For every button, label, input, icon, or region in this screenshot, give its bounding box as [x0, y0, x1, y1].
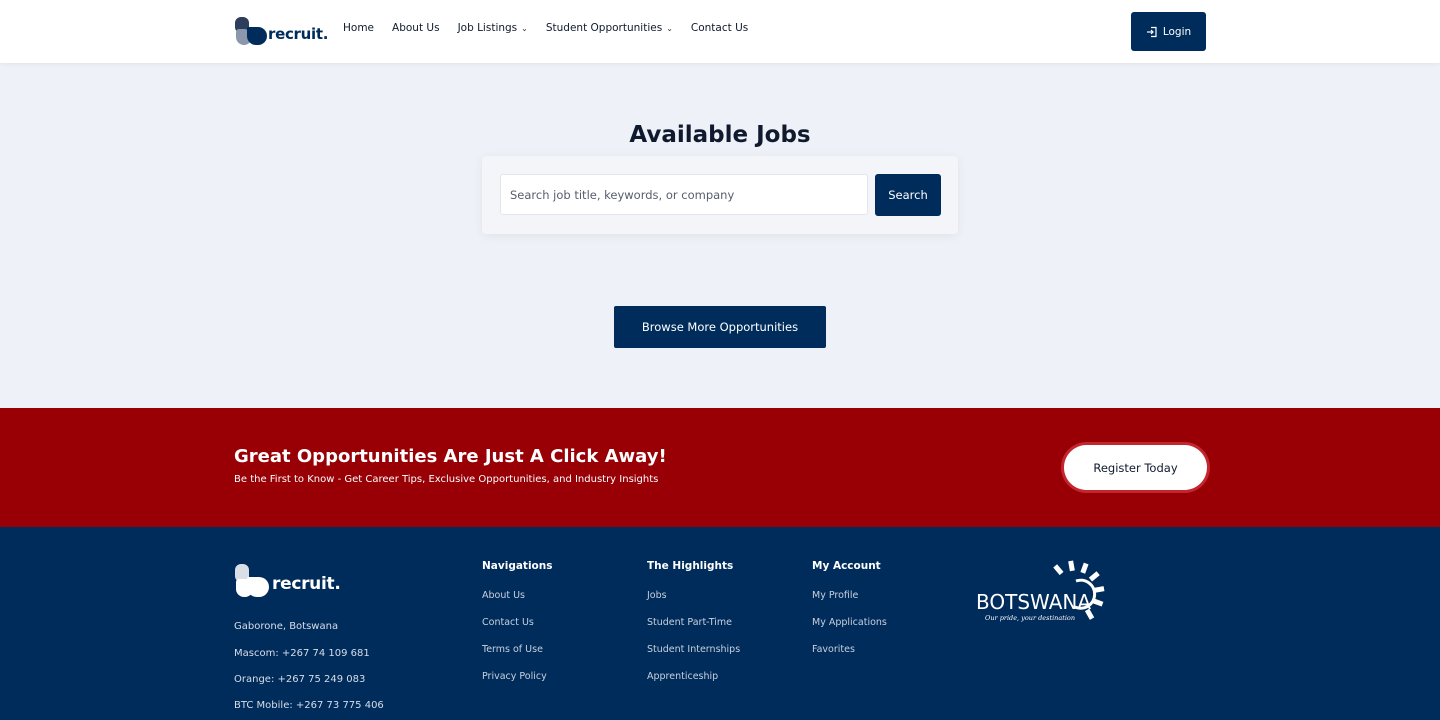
footer-link-jobs[interactable]: Jobs: [647, 590, 740, 603]
logo-text: recruit.: [268, 25, 329, 43]
footer-logo[interactable]: recruit.: [234, 563, 341, 599]
cta-subtitle: Be the First to Know - Get Career Tips, …: [234, 474, 659, 485]
footer-col-heading: Navigations: [482, 560, 553, 572]
footer-link-contact-us[interactable]: Contact Us: [482, 617, 552, 630]
login-button[interactable]: Login: [1131, 12, 1206, 51]
nav-label: Job Listings: [457, 22, 518, 34]
botswana-logo-text: BOTSWANA: [976, 590, 1091, 614]
login-icon: [1146, 26, 1157, 37]
nav-label: Contact Us: [690, 22, 749, 34]
footer-col-heading: My Account: [812, 560, 881, 572]
footer-link-my-applications[interactable]: My Applications: [812, 617, 887, 630]
nav-label: Student Opportunities: [545, 22, 663, 34]
footer-col-navigations: Navigations About Us Contact Us Terms of…: [482, 560, 552, 698]
site-header: recruit. Home About Us Job Listings ⌄ Stu…: [0, 0, 1440, 63]
main-nav: Home About Us Job Listings ⌄ Student Oppo…: [343, 22, 766, 34]
logo-mark-icon: [234, 563, 272, 599]
footer-col-my-account: My Account My Profile My Applications Fa…: [812, 560, 887, 671]
logo-mark-icon: [234, 16, 268, 46]
footer-link-my-profile[interactable]: My Profile: [812, 590, 887, 603]
recruit-logo[interactable]: recruit.: [234, 15, 328, 47]
footer-link-favorites[interactable]: Favorites: [812, 644, 887, 657]
nav-item-job-listings[interactable]: Job Listings ⌄: [458, 22, 528, 34]
register-today-button[interactable]: Register Today: [1064, 445, 1207, 490]
footer-phone-orange: Orange: +267 75 249 083: [234, 674, 366, 685]
footer-link-student-internships[interactable]: Student Internships: [647, 644, 740, 657]
footer-logo-text: recruit.: [272, 574, 341, 594]
nav-label: About Us: [392, 22, 440, 34]
nav-item-student-opportunities[interactable]: Student Opportunities ⌄: [546, 22, 673, 34]
footer-col-heading: The Highlights: [647, 560, 734, 572]
nav-item-contact-us[interactable]: Contact Us: [691, 22, 748, 34]
search-input[interactable]: [500, 174, 868, 215]
footer-link-terms-of-use[interactable]: Terms of Use: [482, 644, 552, 657]
page-title: Available Jobs: [629, 122, 811, 148]
footer-link-student-part-time[interactable]: Student Part-Time: [647, 617, 740, 630]
footer-link-privacy-policy[interactable]: Privacy Policy: [482, 671, 552, 684]
nav-item-about-us[interactable]: About Us: [392, 22, 440, 34]
search-button[interactable]: Search: [875, 174, 941, 216]
chevron-down-icon: ⌄: [666, 23, 673, 33]
footer-address: Gaborone, Botswana: [234, 621, 339, 632]
login-label: Login: [1162, 25, 1192, 38]
footer-phone-btc: BTC Mobile: +267 73 775 406: [234, 700, 384, 711]
footer-link-about-us[interactable]: About Us: [482, 590, 552, 603]
cta-banner: Great Opportunities Are Just A Click Awa…: [0, 408, 1440, 527]
nav-label: Home: [343, 22, 375, 34]
botswana-logo-tagline: Our pride, your destination: [985, 614, 1075, 622]
botswana-tourism-logo: BOTSWANA Our pride, your destination: [976, 560, 1105, 622]
site-footer: recruit. Gaborone, Botswana Mascom: +267…: [0, 527, 1440, 720]
search-card: Search: [482, 156, 958, 234]
footer-phone-mascom: Mascom: +267 74 109 681: [234, 648, 370, 659]
footer-link-apprenticeship[interactable]: Apprenticeship: [647, 671, 740, 684]
chevron-down-icon: ⌄: [521, 23, 528, 33]
cta-title: Great Opportunities Are Just A Click Awa…: [234, 446, 667, 467]
footer-col-highlights: The Highlights Jobs Student Part-Time St…: [647, 560, 740, 698]
nav-item-home[interactable]: Home: [343, 22, 374, 34]
browse-more-opportunities-button[interactable]: Browse More Opportunities: [614, 306, 826, 348]
